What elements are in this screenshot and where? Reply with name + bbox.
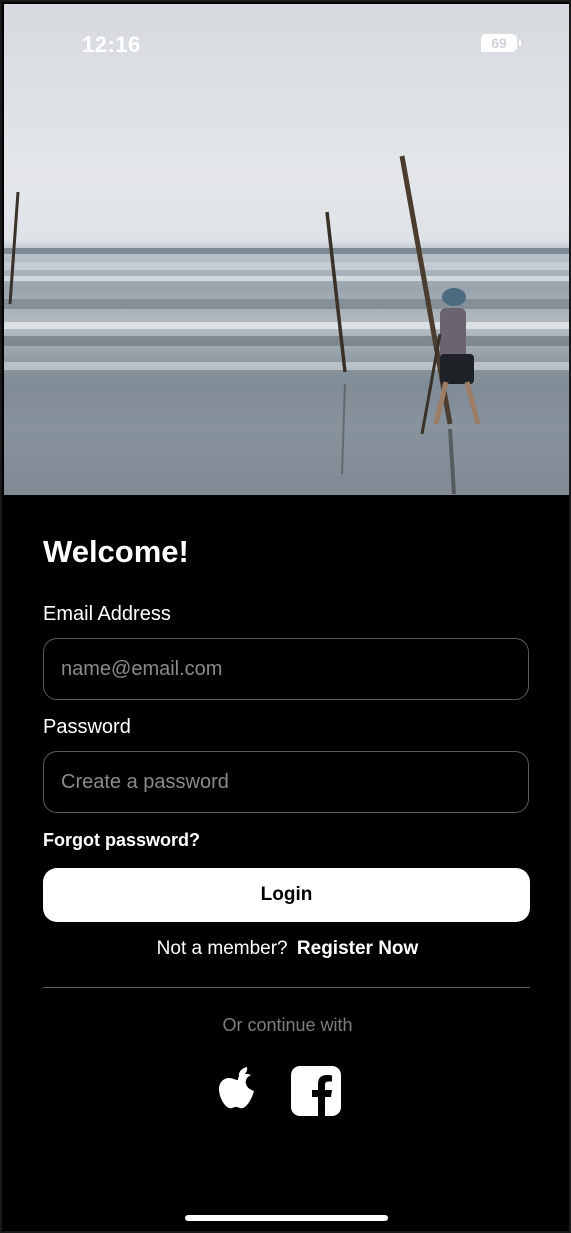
email-field[interactable] [43, 638, 529, 700]
register-now-link[interactable]: Register Now [297, 938, 418, 959]
apple-icon[interactable] [217, 1066, 259, 1116]
beach-photo [4, 155, 569, 495]
password-label: Password [43, 716, 131, 738]
battery-icon: 69 [481, 34, 521, 52]
home-indicator[interactable] [185, 1215, 388, 1221]
hero-image: 12:16 69 [4, 4, 569, 495]
register-row: Not a member? Register Now [2, 938, 569, 960]
page-title: Welcome! [43, 534, 189, 569]
login-button[interactable]: Login [43, 868, 530, 922]
status-icons: 69 [481, 34, 521, 52]
or-continue-caption: Or continue with [222, 1015, 353, 1035]
divider [43, 987, 530, 988]
forgot-password-link[interactable]: Forgot password? [43, 830, 200, 851]
password-field[interactable] [43, 751, 529, 813]
login-screen: 12:16 69 Welcome! Email Address Password… [0, 0, 571, 1233]
facebook-icon[interactable] [291, 1066, 341, 1116]
register-prompt: Not a member? [156, 938, 288, 959]
status-time: 12:16 [82, 32, 141, 57]
email-label: Email Address [43, 603, 171, 625]
